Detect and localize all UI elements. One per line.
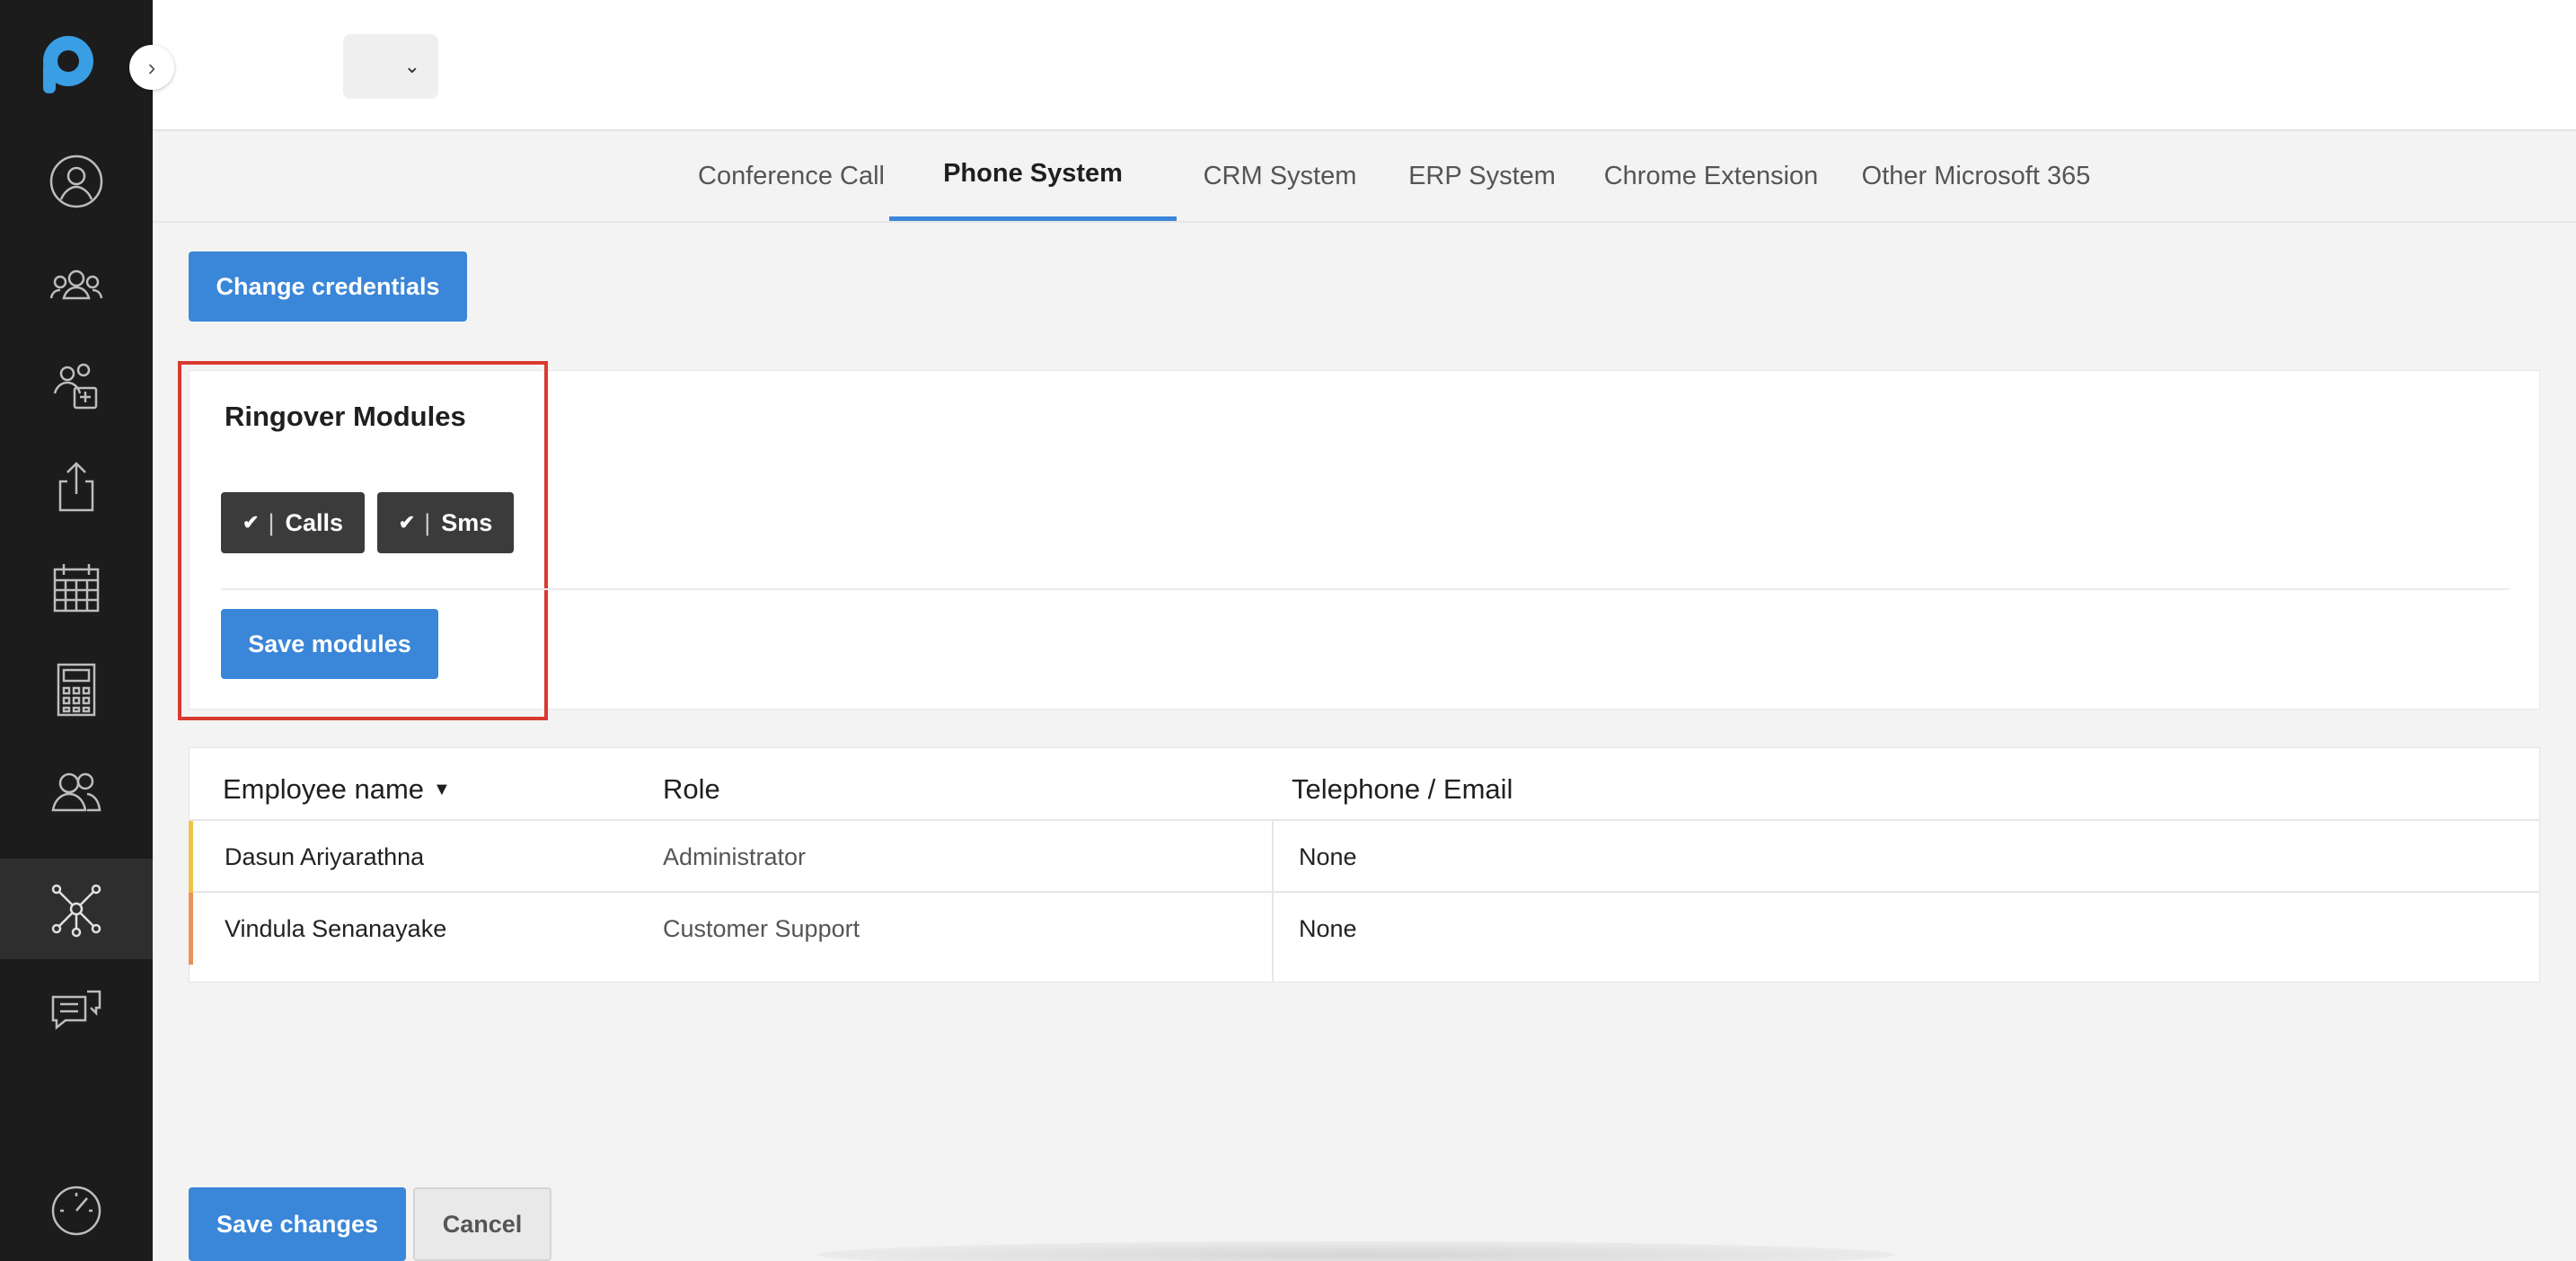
- module-toggle-calls[interactable]: ✔ | Calls: [221, 492, 365, 553]
- module-label-calls: Calls: [285, 508, 343, 536]
- messages-icon[interactable]: [0, 963, 153, 1063]
- integrations-icon[interactable]: [0, 859, 153, 959]
- column-header-employee-name[interactable]: Employee name ▼: [223, 760, 451, 819]
- groups-settings-icon[interactable]: [0, 336, 153, 436]
- divider: [221, 588, 2510, 590]
- employee-name: Dasun Ariyarathna: [225, 842, 425, 870]
- checkmark-icon: ✔: [398, 511, 416, 534]
- calendar-icon[interactable]: [0, 539, 153, 639]
- chevron-down-icon: ⌄: [403, 55, 420, 77]
- module-label-sms: Sms: [441, 508, 493, 536]
- change-credentials-button[interactable]: Change credentials: [189, 251, 467, 322]
- tab-other-microsoft-365[interactable]: Other Microsoft 365: [1787, 131, 2165, 221]
- save-changes-button[interactable]: Save changes: [189, 1187, 406, 1261]
- sidebar-toggle-button[interactable]: ›: [129, 45, 174, 90]
- chip-separator: |: [268, 508, 275, 536]
- team-icon[interactable]: [0, 235, 153, 336]
- dashboard-gauge-icon[interactable]: [0, 1159, 153, 1259]
- chevron-right-icon: ›: [147, 53, 156, 81]
- column-header-telephone-email: Telephone / Email: [1292, 773, 1513, 805]
- row-divider: [189, 819, 2540, 821]
- chip-separator: |: [424, 508, 431, 536]
- row-accent: [189, 893, 193, 965]
- employee-contact: None: [1299, 842, 1357, 870]
- sort-down-icon: ▼: [433, 779, 451, 799]
- column-divider: [1272, 821, 1274, 983]
- modules-title: Ringover Modules: [225, 401, 466, 432]
- column-header-label: Employee name: [223, 773, 425, 805]
- tab-conference-call[interactable]: Conference Call: [661, 131, 922, 221]
- contacts-icon[interactable]: [0, 742, 153, 842]
- company-select[interactable]: ⌄: [343, 34, 438, 99]
- share-export-icon[interactable]: [0, 436, 153, 537]
- employee-contact: None: [1299, 914, 1357, 942]
- column-header-role: Role: [663, 773, 720, 805]
- row-divider: [189, 891, 2540, 893]
- module-toggle-sms[interactable]: ✔ | Sms: [377, 492, 514, 553]
- top-bar: ⌄ D: [153, 0, 2576, 131]
- user-profile-icon[interactable]: [0, 131, 153, 232]
- save-modules-button[interactable]: Save modules: [221, 609, 438, 679]
- decorative-shadow: [817, 1241, 1895, 1261]
- sidebar: [0, 0, 153, 1261]
- main-content: Conference Call Phone System CRM System …: [153, 131, 2576, 1261]
- row-accent: [189, 821, 193, 893]
- employee-name: Vindula Senanayake: [225, 914, 447, 942]
- calculator-icon[interactable]: [0, 639, 153, 740]
- employee-role: Administrator: [663, 842, 807, 870]
- checkmark-icon: ✔: [243, 511, 260, 534]
- cancel-button[interactable]: Cancel: [413, 1187, 551, 1261]
- tab-bar: Conference Call Phone System CRM System …: [153, 131, 2576, 223]
- employee-role: Customer Support: [663, 914, 860, 942]
- app-logo[interactable]: [34, 31, 102, 99]
